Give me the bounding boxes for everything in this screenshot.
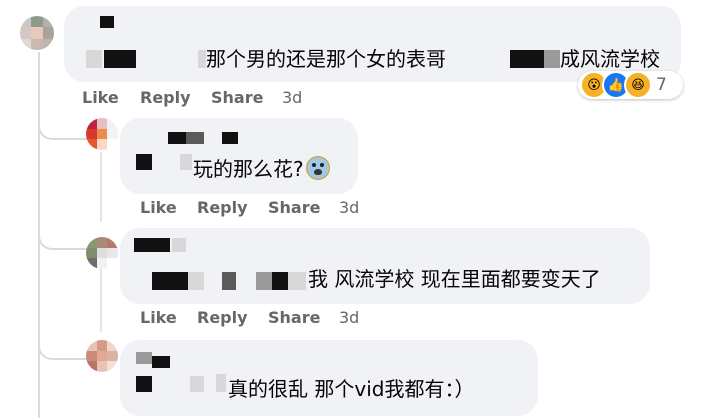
avatar[interactable] bbox=[20, 16, 54, 50]
like-button[interactable]: Like bbox=[82, 88, 140, 107]
thread-line-reply bbox=[100, 262, 102, 332]
avatar[interactable] bbox=[86, 118, 118, 150]
redacted-block bbox=[222, 272, 236, 290]
comment-text: 真的很乱 那个vid我都有：） bbox=[228, 377, 475, 401]
timestamp[interactable]: 3d bbox=[282, 88, 302, 107]
thread-connector bbox=[38, 112, 88, 140]
redacted-block bbox=[86, 50, 102, 68]
redacted-block bbox=[136, 376, 152, 392]
avatar[interactable] bbox=[86, 340, 118, 372]
redacted-author-name bbox=[186, 132, 204, 144]
redacted-block bbox=[180, 154, 192, 170]
like-button[interactable]: Like bbox=[140, 308, 197, 327]
share-button[interactable]: Share bbox=[268, 198, 339, 217]
comment-actions: Like Reply Share 3d bbox=[140, 198, 359, 217]
reaction-count: 7 bbox=[656, 75, 667, 95]
redacted-block bbox=[216, 374, 226, 392]
reply-button[interactable]: Reply bbox=[140, 88, 211, 107]
thread-connector bbox=[38, 332, 88, 360]
redacted-block bbox=[544, 50, 560, 68]
avatar[interactable] bbox=[86, 237, 118, 269]
thread-connector bbox=[38, 222, 88, 250]
redacted-author-name bbox=[152, 356, 170, 368]
comment-actions: Like Reply Share 3d bbox=[82, 88, 302, 107]
redacted-block bbox=[152, 272, 188, 290]
comment-text: 玩的那么花? bbox=[193, 156, 330, 182]
redacted-author-name bbox=[134, 238, 170, 252]
redacted-block bbox=[272, 272, 288, 290]
comment-text-continued: 成风流学校 bbox=[560, 47, 660, 71]
redacted-block bbox=[198, 50, 206, 68]
reply-button[interactable]: Reply bbox=[197, 308, 268, 327]
thread-line-reply bbox=[100, 152, 102, 222]
comment-actions: Like Reply Share 3d bbox=[140, 308, 359, 327]
reply-button[interactable]: Reply bbox=[197, 198, 268, 217]
share-button[interactable]: Share bbox=[268, 308, 339, 327]
redacted-block bbox=[188, 272, 204, 290]
redacted-author-name bbox=[172, 238, 186, 252]
comment-text: 那个男的还是那个女的表哥 bbox=[206, 47, 446, 71]
comment-text: 我 风流学校 现在里面都要变天了 bbox=[308, 267, 601, 291]
redacted-block bbox=[136, 154, 152, 170]
share-button[interactable]: Share bbox=[211, 88, 282, 107]
redacted-block bbox=[510, 50, 544, 68]
haha-icon: 😆 bbox=[624, 71, 652, 99]
timestamp[interactable]: 3d bbox=[339, 198, 359, 217]
fearful-face-icon bbox=[305, 156, 330, 180]
redacted-block bbox=[256, 272, 272, 290]
reactions-summary[interactable]: 😮 👍 😆 7 bbox=[578, 71, 683, 99]
redacted-block bbox=[288, 272, 306, 290]
comment-text-content: 玩的那么花? bbox=[193, 157, 304, 181]
redacted-block bbox=[104, 50, 136, 68]
redacted-author-name bbox=[222, 132, 238, 144]
redacted-author-name bbox=[136, 352, 152, 364]
like-button[interactable]: Like bbox=[140, 198, 197, 217]
timestamp[interactable]: 3d bbox=[339, 308, 359, 327]
redacted-author-name bbox=[168, 132, 186, 144]
redacted-block bbox=[190, 376, 204, 392]
redacted-author-name bbox=[100, 16, 114, 28]
